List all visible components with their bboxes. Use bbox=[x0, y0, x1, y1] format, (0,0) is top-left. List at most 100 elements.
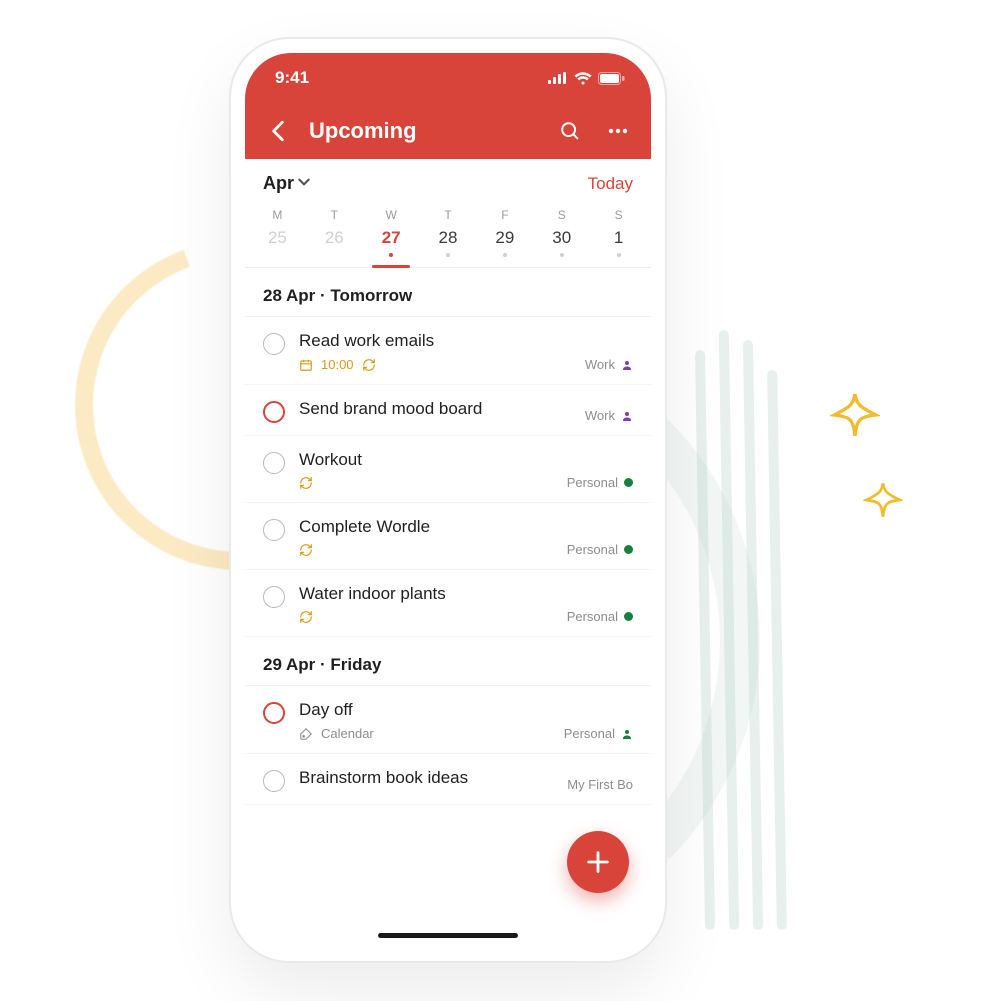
week-day[interactable]: T 28 bbox=[420, 204, 477, 267]
task-title: Water indoor plants bbox=[299, 584, 633, 604]
project-name: Work bbox=[585, 357, 615, 372]
task-checkbox[interactable] bbox=[263, 770, 285, 792]
chevron-down-icon bbox=[297, 173, 311, 194]
project-name: Personal bbox=[567, 542, 618, 557]
project-label[interactable]: Personal bbox=[567, 475, 633, 490]
weekday-number: 30 bbox=[533, 228, 590, 248]
weekday-letter: S bbox=[590, 208, 647, 222]
tag-icon bbox=[299, 727, 313, 741]
task-title: Workout bbox=[299, 450, 633, 470]
day-dot bbox=[446, 253, 450, 257]
subheader-row: Apr Today bbox=[245, 159, 651, 202]
month-label: Apr bbox=[263, 173, 294, 194]
task-checkbox[interactable] bbox=[263, 702, 285, 724]
task-meta: 10:00 bbox=[299, 357, 633, 372]
weekday-letter: T bbox=[306, 208, 363, 222]
day-dot bbox=[389, 253, 393, 257]
recurring-icon bbox=[299, 543, 313, 557]
task-checkbox[interactable] bbox=[263, 586, 285, 608]
project-label[interactable]: Work bbox=[585, 357, 633, 372]
weekday-number: 1 bbox=[590, 228, 647, 248]
recurring-icon bbox=[299, 476, 313, 490]
project-label[interactable]: Personal bbox=[567, 609, 633, 624]
task-checkbox[interactable] bbox=[263, 519, 285, 541]
weekday-number: 27 bbox=[363, 228, 420, 248]
decorative-strokes bbox=[700, 330, 796, 935]
week-day[interactable]: T 26 bbox=[306, 204, 363, 267]
project-name: Personal bbox=[567, 609, 618, 624]
weekday-letter: S bbox=[533, 208, 590, 222]
project-label[interactable]: Personal bbox=[567, 542, 633, 557]
project-label[interactable]: Work bbox=[585, 408, 633, 423]
wifi-icon bbox=[574, 72, 592, 85]
task-title: Day off bbox=[299, 700, 633, 720]
project-dot bbox=[624, 478, 633, 487]
recurring-icon bbox=[362, 358, 376, 372]
back-button[interactable] bbox=[259, 112, 297, 150]
task-row[interactable]: Brainstorm book ideasMy First Bo bbox=[245, 754, 651, 805]
weekday-number: 26 bbox=[306, 228, 363, 248]
person-icon bbox=[621, 359, 633, 371]
task-checkbox[interactable] bbox=[263, 401, 285, 423]
task-row[interactable]: Workout Personal bbox=[245, 436, 651, 503]
week-day[interactable]: W 27 bbox=[363, 204, 420, 267]
sparkle-icon bbox=[830, 390, 880, 440]
weekday-number: 25 bbox=[249, 228, 306, 248]
page-title: Upcoming bbox=[309, 118, 541, 144]
status-time: 9:41 bbox=[275, 68, 309, 88]
weekday-number: 29 bbox=[476, 228, 533, 248]
person-icon bbox=[621, 410, 633, 422]
battery-icon bbox=[598, 72, 625, 85]
project-label[interactable]: My First Bo bbox=[567, 777, 633, 792]
weekday-letter: F bbox=[476, 208, 533, 222]
day-dot bbox=[560, 253, 564, 257]
task-row[interactable]: Complete Wordle Personal bbox=[245, 503, 651, 570]
task-title: Send brand mood board bbox=[299, 399, 633, 419]
week-strip: M25T26W27T28F29S30S1 bbox=[245, 202, 651, 268]
task-title: Read work emails bbox=[299, 331, 633, 351]
cellular-icon bbox=[548, 72, 568, 84]
calendar-label: Calendar bbox=[321, 726, 374, 741]
project-name: My First Bo bbox=[567, 777, 633, 792]
task-row[interactable]: Water indoor plants Personal bbox=[245, 570, 651, 637]
week-day[interactable]: F 29 bbox=[476, 204, 533, 267]
project-name: Personal bbox=[564, 726, 615, 741]
task-list[interactable]: 28 Apr · Tomorrow Read work emails 10:00 Wo… bbox=[245, 268, 651, 895]
month-picker[interactable]: Apr bbox=[263, 173, 311, 194]
weekday-letter: T bbox=[420, 208, 477, 222]
today-button[interactable]: Today bbox=[588, 174, 633, 194]
week-day[interactable]: M25 bbox=[249, 204, 306, 267]
recurring-icon bbox=[299, 610, 313, 624]
sparkle-icon bbox=[863, 480, 903, 520]
task-body: Send brand mood board bbox=[299, 399, 633, 423]
task-checkbox[interactable] bbox=[263, 452, 285, 474]
more-button[interactable] bbox=[599, 112, 637, 150]
project-name: Work bbox=[585, 408, 615, 423]
week-day[interactable]: S1 bbox=[590, 204, 647, 267]
weekday-letter: W bbox=[363, 208, 420, 222]
search-button[interactable] bbox=[551, 112, 589, 150]
task-row[interactable]: Read work emails 10:00 Work bbox=[245, 317, 651, 385]
project-label[interactable]: Personal bbox=[564, 726, 633, 741]
day-dot bbox=[617, 253, 621, 257]
project-dot bbox=[624, 545, 633, 554]
selected-underline bbox=[372, 265, 411, 268]
person-icon bbox=[621, 728, 633, 740]
status-icons bbox=[548, 72, 625, 85]
task-row[interactable]: Send brand mood boardWork bbox=[245, 385, 651, 436]
day-dot bbox=[503, 253, 507, 257]
phone-frame: 9:41 Upcoming Apr Today bbox=[231, 39, 665, 961]
phone-screen: 9:41 Upcoming Apr Today bbox=[245, 53, 651, 947]
task-checkbox[interactable] bbox=[263, 333, 285, 355]
navbar: Upcoming bbox=[245, 103, 651, 159]
section-header: 28 Apr · Tomorrow bbox=[245, 268, 651, 317]
task-title: Complete Wordle bbox=[299, 517, 633, 537]
task-body: Read work emails 10:00 bbox=[299, 331, 633, 372]
section-header: 29 Apr · Friday bbox=[245, 637, 651, 686]
task-row[interactable]: Day off Calendar Personal bbox=[245, 686, 651, 754]
week-day[interactable]: S 30 bbox=[533, 204, 590, 267]
add-task-fab[interactable] bbox=[567, 831, 629, 893]
weekday-number: 28 bbox=[420, 228, 477, 248]
calendar-icon bbox=[299, 358, 313, 372]
task-time: 10:00 bbox=[321, 357, 354, 372]
